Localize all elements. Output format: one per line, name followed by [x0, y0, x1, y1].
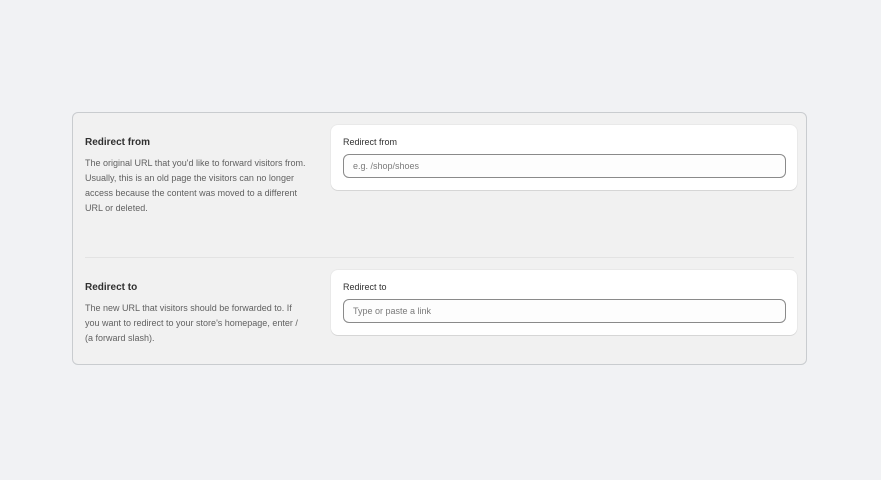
redirect-to-field-label: Redirect to [343, 282, 387, 292]
redirect-from-field-label: Redirect from [343, 137, 398, 147]
redirect-from-description: The original URL that you'd like to forw… [85, 158, 306, 213]
redirect-from-section: Redirect from The original URL that you'… [73, 125, 806, 257]
redirect-to-heading: Redirect to [85, 282, 138, 293]
redirect-from-card: Redirect from [331, 125, 797, 190]
redirect-to-card: Redirect to [331, 270, 797, 335]
redirect-from-heading: Redirect from [85, 137, 151, 148]
redirect-to-input[interactable] [343, 299, 786, 323]
redirect-to-description-block: Redirect to The new URL that visitors sh… [85, 282, 307, 346]
redirect-from-description-block: Redirect from The original URL that you'… [85, 137, 307, 216]
redirect-settings-panel: Redirect from The original URL that you'… [72, 112, 807, 365]
redirect-to-section: Redirect to The new URL that visitors sh… [73, 270, 806, 360]
redirect-from-input[interactable] [343, 154, 786, 178]
section-divider [85, 257, 794, 258]
redirect-to-description: The new URL that visitors should be forw… [85, 303, 298, 343]
